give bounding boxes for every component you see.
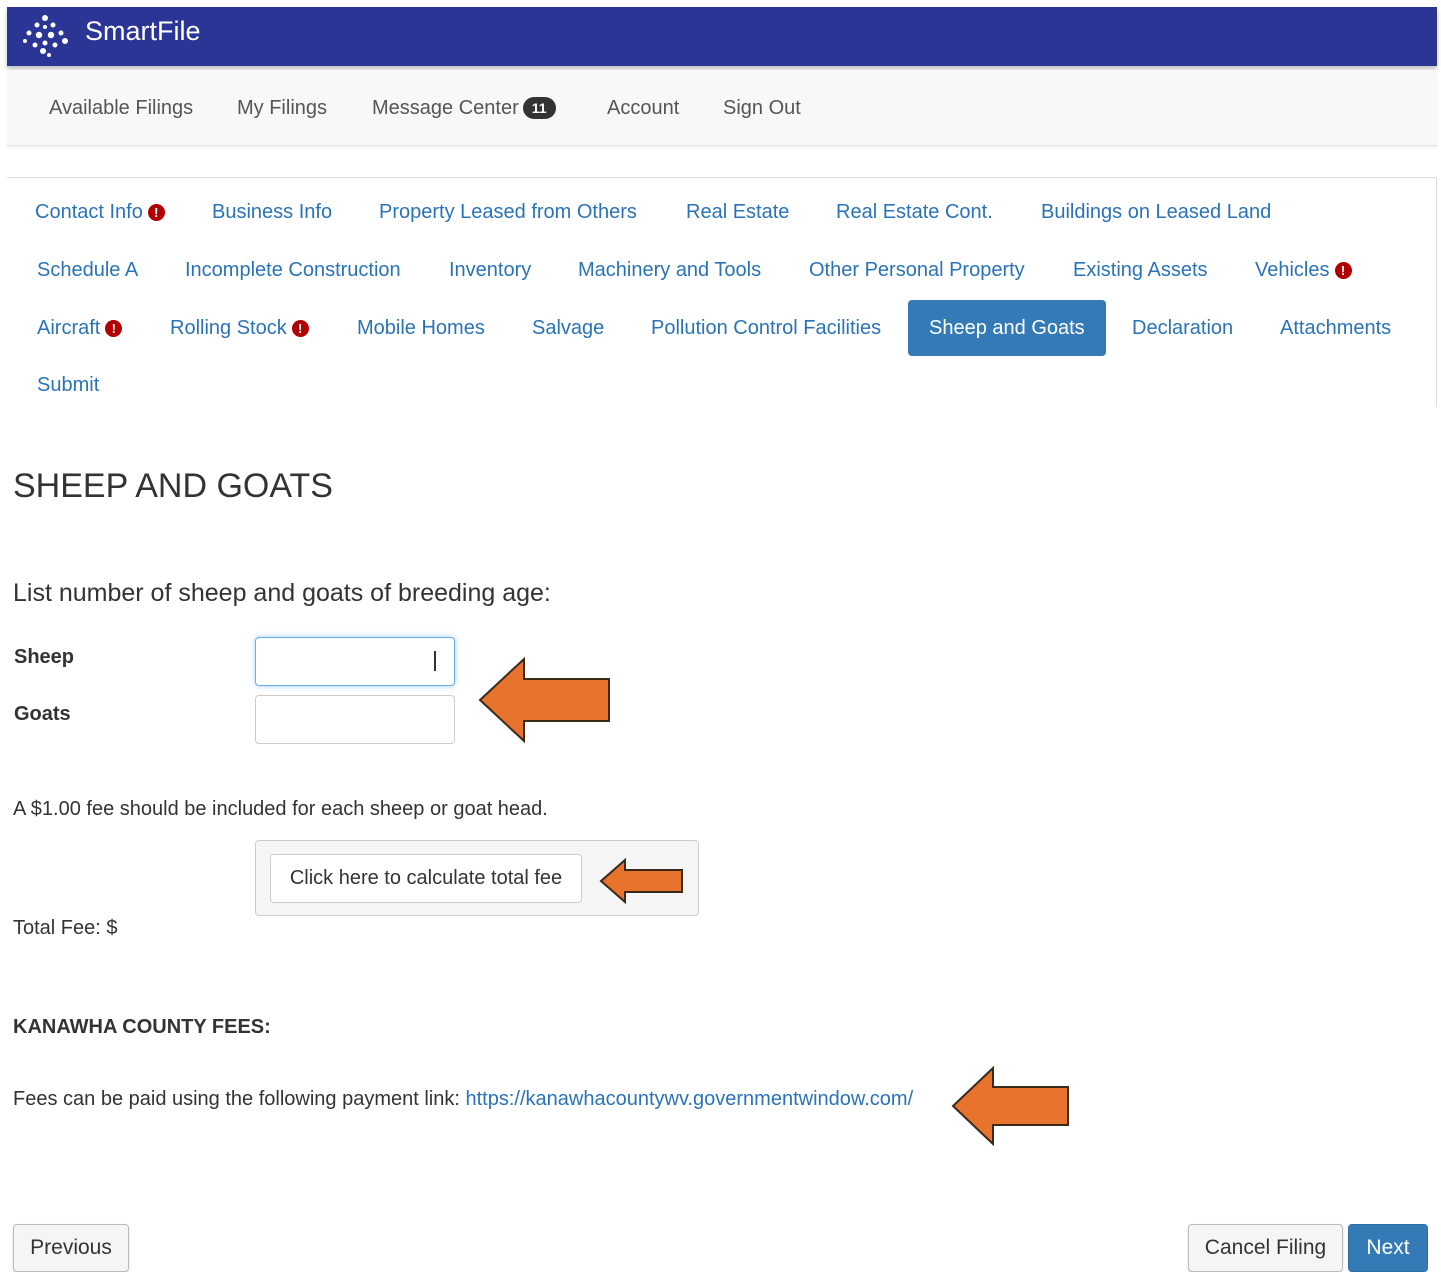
calculate-fee-button[interactable]: Click here to calculate total fee bbox=[270, 854, 582, 903]
tab-mobile-homes[interactable]: Mobile Homes bbox=[357, 316, 485, 340]
tab-schedule-a[interactable]: Schedule A bbox=[37, 258, 138, 282]
nav-sign-out[interactable]: Sign Out bbox=[723, 96, 801, 120]
tab-sheep-goats-active[interactable]: Sheep and Goats bbox=[908, 300, 1106, 356]
payment-text: Fees can be paid using the following pay… bbox=[13, 1088, 466, 1110]
tab-real-estate[interactable]: Real Estate bbox=[686, 200, 789, 224]
tab-attachments[interactable]: Attachments bbox=[1280, 316, 1391, 340]
tab-real-estate-cont[interactable]: Real Estate Cont. bbox=[836, 200, 993, 224]
tab-salvage[interactable]: Salvage bbox=[532, 316, 604, 340]
warning-icon: ! bbox=[1334, 262, 1352, 279]
tab-label: Vehicles bbox=[1255, 259, 1330, 281]
tab-existing-assets[interactable]: Existing Assets bbox=[1073, 258, 1208, 282]
county-fees-heading: KANAWHA COUNTY FEES: bbox=[13, 1016, 271, 1038]
total-fee: Total Fee: $ bbox=[13, 917, 118, 939]
tab-aircraft[interactable]: Aircraft! bbox=[37, 316, 123, 340]
warning-icon: ! bbox=[105, 320, 123, 337]
cancel-filing-button[interactable]: Cancel Filing bbox=[1188, 1224, 1343, 1272]
page-title: SHEEP AND GOATS bbox=[13, 467, 333, 505]
tab-declaration[interactable]: Declaration bbox=[1132, 316, 1233, 340]
annotation-arrow-left-icon bbox=[951, 1066, 1069, 1146]
tab-buildings-leased-land[interactable]: Buildings on Leased Land bbox=[1041, 200, 1271, 224]
main-navigation: Available Filings My Filings Message Cen… bbox=[7, 70, 1437, 146]
payment-info: Fees can be paid using the following pay… bbox=[13, 1087, 913, 1111]
dots-diamond-logo-icon bbox=[23, 15, 68, 57]
tab-label: Rolling Stock bbox=[170, 317, 287, 339]
goats-label: Goats bbox=[14, 703, 71, 725]
warning-icon: ! bbox=[291, 320, 309, 337]
brand-name: SmartFile bbox=[85, 16, 201, 46]
annotation-arrow-left-icon bbox=[478, 657, 610, 743]
tab-other-personal-property[interactable]: Other Personal Property bbox=[809, 258, 1025, 282]
next-button[interactable]: Next bbox=[1348, 1224, 1428, 1272]
payment-link[interactable]: https://kanawhacountywv.governmentwindow… bbox=[466, 1088, 914, 1110]
tab-inventory[interactable]: Inventory bbox=[449, 258, 531, 282]
tab-label: Aircraft bbox=[37, 317, 101, 339]
tab-machinery-tools[interactable]: Machinery and Tools bbox=[578, 258, 761, 282]
nav-account[interactable]: Account bbox=[607, 96, 679, 120]
nav-message-center-label: Message Center bbox=[372, 97, 519, 119]
tab-vehicles[interactable]: Vehicles! bbox=[1255, 258, 1352, 282]
message-count-badge: 11 bbox=[522, 97, 556, 119]
tab-submit[interactable]: Submit bbox=[37, 373, 99, 397]
warning-icon: ! bbox=[147, 204, 165, 221]
tab-incomplete-construction[interactable]: Incomplete Construction bbox=[185, 258, 401, 282]
intro-text: List number of sheep and goats of breedi… bbox=[13, 579, 551, 607]
nav-available-filings[interactable]: Available Filings bbox=[49, 96, 193, 120]
sheep-label: Sheep bbox=[14, 646, 75, 668]
tab-contact-info[interactable]: Contact Info! bbox=[35, 200, 165, 224]
nav-my-filings[interactable]: My Filings bbox=[237, 96, 327, 120]
nav-message-center[interactable]: Message Center 11 bbox=[372, 96, 556, 120]
filing-sections-tabs: Contact Info! Business Info Property Lea… bbox=[7, 177, 1437, 407]
previous-button[interactable]: Previous bbox=[13, 1224, 129, 1272]
tab-business-info[interactable]: Business Info bbox=[212, 200, 332, 224]
app-header: SmartFile bbox=[7, 7, 1437, 66]
goats-input[interactable] bbox=[255, 695, 455, 744]
fee-note: A $1.00 fee should be included for each … bbox=[13, 798, 548, 820]
calculate-fee-panel: Click here to calculate total fee bbox=[255, 840, 699, 916]
text-cursor bbox=[434, 651, 436, 671]
tab-property-leased[interactable]: Property Leased from Others bbox=[379, 200, 637, 224]
tab-rolling-stock[interactable]: Rolling Stock! bbox=[170, 316, 309, 340]
tab-pollution-control[interactable]: Pollution Control Facilities bbox=[651, 316, 881, 340]
sheep-input[interactable] bbox=[255, 637, 455, 686]
tab-label: Contact Info bbox=[35, 201, 143, 223]
annotation-arrow-left-icon bbox=[599, 858, 683, 904]
